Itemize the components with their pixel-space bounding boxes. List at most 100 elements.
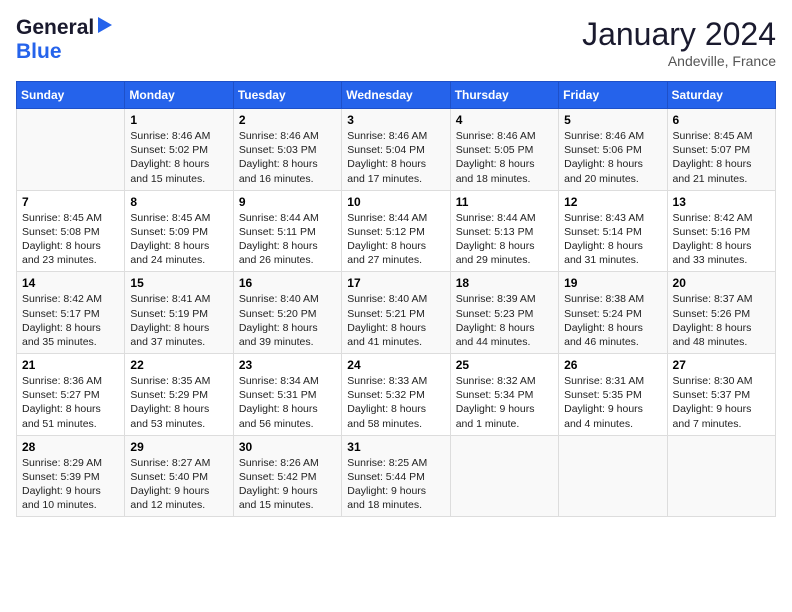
- logo-general: General: [16, 16, 94, 40]
- calendar-week-row: 7Sunrise: 8:45 AMSunset: 5:08 PMDaylight…: [17, 190, 776, 272]
- cell-sun-info: Sunrise: 8:38 AMSunset: 5:24 PMDaylight:…: [564, 292, 661, 349]
- calendar-cell: 21Sunrise: 8:36 AMSunset: 5:27 PMDayligh…: [17, 354, 125, 436]
- day-header: Thursday: [450, 82, 558, 109]
- cell-sun-info: Sunrise: 8:42 AMSunset: 5:16 PMDaylight:…: [673, 211, 770, 268]
- day-header: Saturday: [667, 82, 775, 109]
- day-number: 3: [347, 113, 444, 127]
- day-number: 31: [347, 440, 444, 454]
- cell-sun-info: Sunrise: 8:27 AMSunset: 5:40 PMDaylight:…: [130, 456, 227, 513]
- cell-sun-info: Sunrise: 8:39 AMSunset: 5:23 PMDaylight:…: [456, 292, 553, 349]
- calendar-cell: 27 Sunrise: 8:30 AMSunset: 5:37 PMDayligh…: [667, 354, 775, 436]
- calendar-cell: 29 Sunrise: 8:27 AMSunset: 5:40 PMDayligh…: [125, 435, 233, 517]
- location: Andeville, France: [582, 53, 776, 69]
- day-number: 13: [673, 195, 770, 209]
- day-number: 11: [456, 195, 553, 209]
- day-number: 22: [130, 358, 227, 372]
- day-number: 15: [130, 276, 227, 290]
- calendar-cell: 7Sunrise: 8:45 AMSunset: 5:08 PMDaylight…: [17, 190, 125, 272]
- cell-sun-info: Sunrise: 8:29 AMSunset: 5:39 PMDaylight:…: [22, 456, 119, 513]
- day-number: 6: [673, 113, 770, 127]
- calendar-cell: 15 Sunrise: 8:41 AMSunset: 5:19 PMDayligh…: [125, 272, 233, 354]
- calendar-week-row: 14 Sunrise: 8:42 AMSunset: 5:17 PMDayligh…: [17, 272, 776, 354]
- calendar-cell: 2 Sunrise: 8:46 AMSunset: 5:03 PMDaylight…: [233, 109, 341, 191]
- day-header: Monday: [125, 82, 233, 109]
- cell-sun-info: Sunrise: 8:44 AMSunset: 5:11 PMDaylight:…: [239, 211, 336, 268]
- day-number: 18: [456, 276, 553, 290]
- cell-sun-info: Sunrise: 8:34 AMSunset: 5:31 PMDaylight:…: [239, 374, 336, 431]
- day-number: 12: [564, 195, 661, 209]
- day-number: 30: [239, 440, 336, 454]
- header: General Blue January 2024 Andeville, Fra…: [16, 16, 776, 69]
- cell-sun-info: Sunrise: 8:44 AMSunset: 5:12 PMDaylight:…: [347, 211, 444, 268]
- cell-sun-info: Sunrise: 8:32 AMSunset: 5:34 PMDaylight:…: [456, 374, 553, 431]
- cell-sun-info: Sunrise: 8:31 AMSunset: 5:35 PMDaylight:…: [564, 374, 661, 431]
- day-number: 1: [130, 113, 227, 127]
- day-number: 4: [456, 113, 553, 127]
- calendar-cell: [667, 435, 775, 517]
- day-number: 5: [564, 113, 661, 127]
- cell-sun-info: Sunrise: 8:46 AMSunset: 5:03 PMDaylight:…: [239, 129, 336, 186]
- calendar-cell: 3 Sunrise: 8:46 AMSunset: 5:04 PMDaylight…: [342, 109, 450, 191]
- calendar-cell: 22 Sunrise: 8:35 AMSunset: 5:29 PMDayligh…: [125, 354, 233, 436]
- cell-sun-info: Sunrise: 8:43 AMSunset: 5:14 PMDaylight:…: [564, 211, 661, 268]
- cell-sun-info: Sunrise: 8:41 AMSunset: 5:19 PMDaylight:…: [130, 292, 227, 349]
- day-number: 9: [239, 195, 336, 209]
- day-header: Friday: [559, 82, 667, 109]
- cell-sun-info: Sunrise: 8:40 AMSunset: 5:21 PMDaylight:…: [347, 292, 444, 349]
- calendar-cell: 16 Sunrise: 8:40 AMSunset: 5:20 PMDayligh…: [233, 272, 341, 354]
- cell-sun-info: Sunrise: 8:46 AMSunset: 5:06 PMDaylight:…: [564, 129, 661, 186]
- calendar-cell: 13 Sunrise: 8:42 AMSunset: 5:16 PMDayligh…: [667, 190, 775, 272]
- calendar-cell: [17, 109, 125, 191]
- calendar-cell: 1 Sunrise: 8:46 AMSunset: 5:02 PMDaylight…: [125, 109, 233, 191]
- calendar-cell: 23 Sunrise: 8:34 AMSunset: 5:31 PMDayligh…: [233, 354, 341, 436]
- day-number: 29: [130, 440, 227, 454]
- calendar-cell: 31 Sunrise: 8:25 AMSunset: 5:44 PMDayligh…: [342, 435, 450, 517]
- header-row: SundayMondayTuesdayWednesdayThursdayFrid…: [17, 82, 776, 109]
- day-number: 26: [564, 358, 661, 372]
- logo-blue: Blue: [16, 40, 62, 63]
- day-number: 25: [456, 358, 553, 372]
- month-title: January 2024: [582, 16, 776, 53]
- calendar-cell: 9 Sunrise: 8:44 AMSunset: 5:11 PMDaylight…: [233, 190, 341, 272]
- day-header: Sunday: [17, 82, 125, 109]
- cell-sun-info: Sunrise: 8:46 AMSunset: 5:04 PMDaylight:…: [347, 129, 444, 186]
- day-number: 16: [239, 276, 336, 290]
- day-number: 19: [564, 276, 661, 290]
- cell-sun-info: Sunrise: 8:36 AMSunset: 5:27 PMDaylight:…: [22, 374, 119, 431]
- cell-sun-info: Sunrise: 8:46 AMSunset: 5:02 PMDaylight:…: [130, 129, 227, 186]
- cell-sun-info: Sunrise: 8:35 AMSunset: 5:29 PMDaylight:…: [130, 374, 227, 431]
- cell-sun-info: Sunrise: 8:46 AMSunset: 5:05 PMDaylight:…: [456, 129, 553, 186]
- calendar-table: SundayMondayTuesdayWednesdayThursdayFrid…: [16, 81, 776, 517]
- cell-sun-info: Sunrise: 8:42 AMSunset: 5:17 PMDaylight:…: [22, 292, 119, 349]
- cell-sun-info: Sunrise: 8:40 AMSunset: 5:20 PMDaylight:…: [239, 292, 336, 349]
- calendar-cell: [559, 435, 667, 517]
- day-number: 24: [347, 358, 444, 372]
- calendar-cell: 24 Sunrise: 8:33 AMSunset: 5:32 PMDayligh…: [342, 354, 450, 436]
- calendar-cell: 26 Sunrise: 8:31 AMSunset: 5:35 PMDayligh…: [559, 354, 667, 436]
- day-number: 27: [673, 358, 770, 372]
- cell-sun-info: Sunrise: 8:25 AMSunset: 5:44 PMDaylight:…: [347, 456, 444, 513]
- day-number: 20: [673, 276, 770, 290]
- day-number: 14: [22, 276, 119, 290]
- cell-sun-info: Sunrise: 8:45 AMSunset: 5:09 PMDaylight:…: [130, 211, 227, 268]
- day-number: 28: [22, 440, 119, 454]
- cell-sun-info: Sunrise: 8:33 AMSunset: 5:32 PMDaylight:…: [347, 374, 444, 431]
- calendar-cell: 6Sunrise: 8:45 AMSunset: 5:07 PMDaylight…: [667, 109, 775, 191]
- cell-sun-info: Sunrise: 8:37 AMSunset: 5:26 PMDaylight:…: [673, 292, 770, 349]
- cell-sun-info: Sunrise: 8:30 AMSunset: 5:37 PMDaylight:…: [673, 374, 770, 431]
- calendar-cell: 17Sunrise: 8:40 AMSunset: 5:21 PMDayligh…: [342, 272, 450, 354]
- calendar-week-row: 1 Sunrise: 8:46 AMSunset: 5:02 PMDaylight…: [17, 109, 776, 191]
- calendar-cell: 25 Sunrise: 8:32 AMSunset: 5:34 PMDayligh…: [450, 354, 558, 436]
- day-number: 23: [239, 358, 336, 372]
- cell-sun-info: Sunrise: 8:26 AMSunset: 5:42 PMDaylight:…: [239, 456, 336, 513]
- calendar-cell: 19 Sunrise: 8:38 AMSunset: 5:24 PMDayligh…: [559, 272, 667, 354]
- calendar-cell: 10Sunrise: 8:44 AMSunset: 5:12 PMDayligh…: [342, 190, 450, 272]
- logo-triangle-icon: [96, 17, 114, 35]
- calendar-week-row: 21Sunrise: 8:36 AMSunset: 5:27 PMDayligh…: [17, 354, 776, 436]
- calendar-cell: 18 Sunrise: 8:39 AMSunset: 5:23 PMDayligh…: [450, 272, 558, 354]
- calendar-cell: 14 Sunrise: 8:42 AMSunset: 5:17 PMDayligh…: [17, 272, 125, 354]
- title-block: January 2024 Andeville, France: [582, 16, 776, 69]
- cell-sun-info: Sunrise: 8:45 AMSunset: 5:08 PMDaylight:…: [22, 211, 119, 268]
- day-number: 2: [239, 113, 336, 127]
- calendar-cell: 12 Sunrise: 8:43 AMSunset: 5:14 PMDayligh…: [559, 190, 667, 272]
